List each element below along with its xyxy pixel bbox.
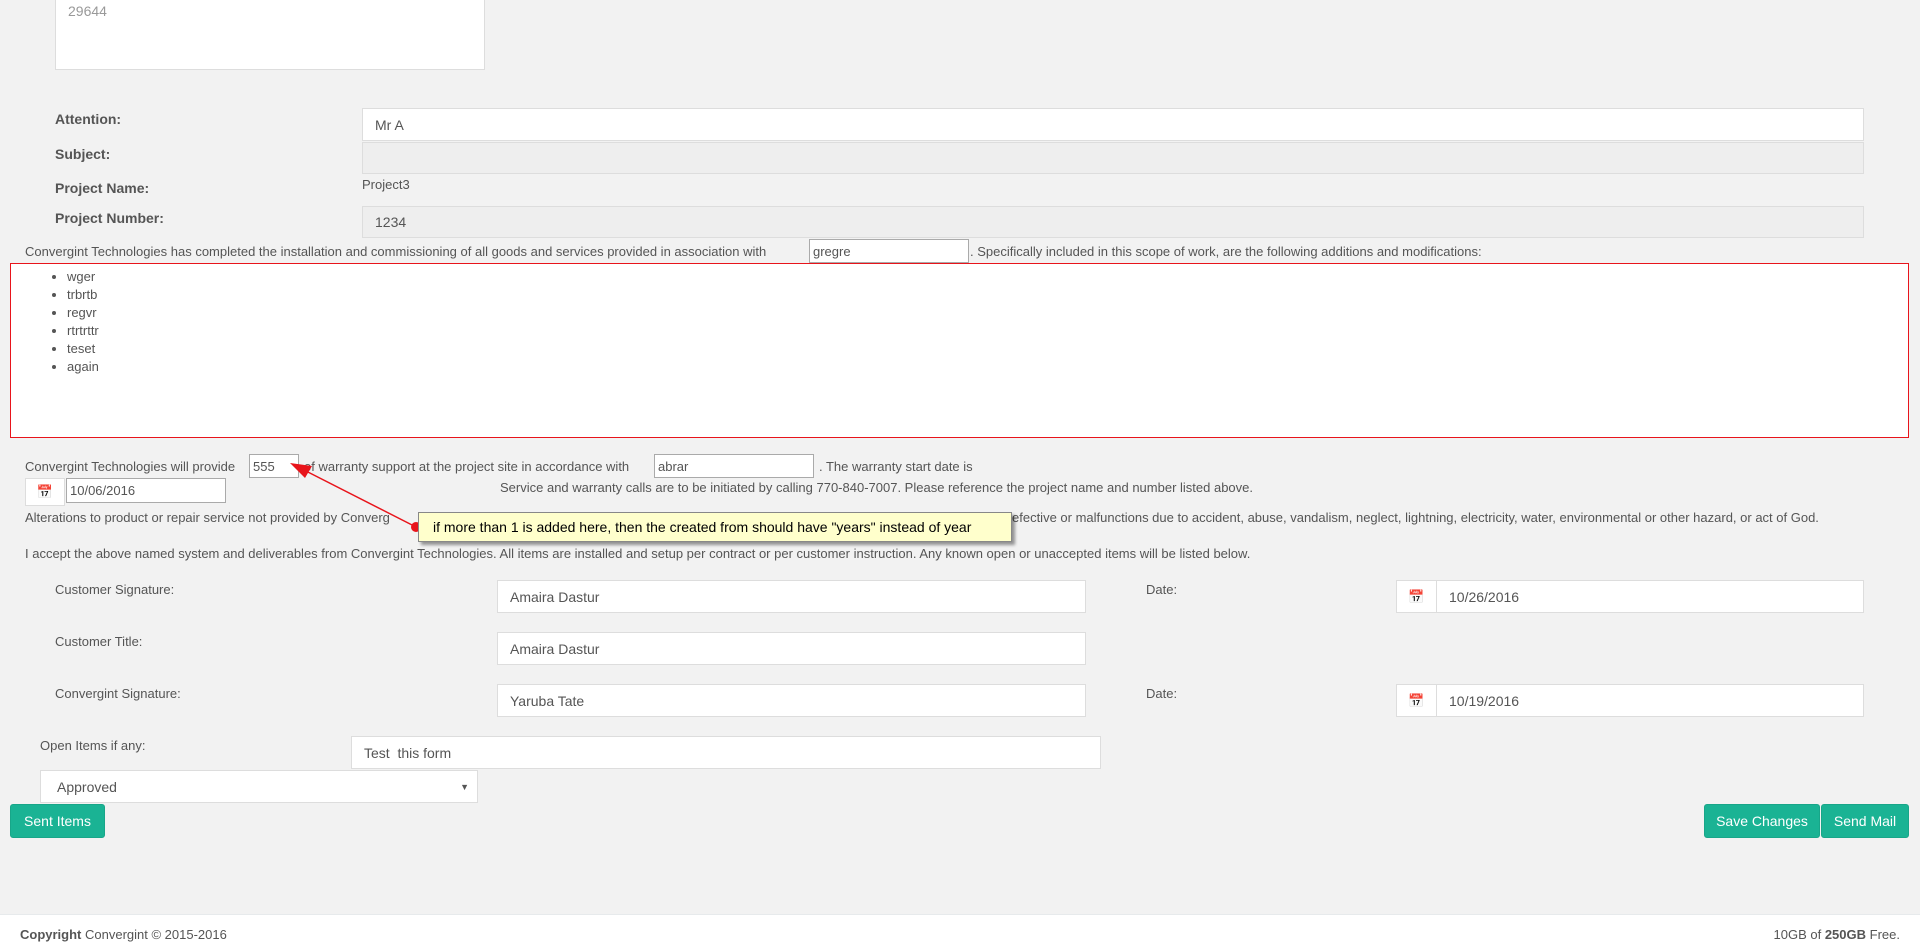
alterations-text-end: efective or malfunctions due to accident… [1012, 510, 1819, 525]
footer-copyright: Copyright Convergint © 2015-2016 [20, 927, 227, 942]
calendar-icon[interactable]: 📅 [1396, 580, 1437, 613]
subject-input[interactable] [362, 142, 1864, 174]
scope-item: wger [67, 268, 1908, 286]
caret-down-icon: ▼ [460, 781, 469, 792]
scope-items-list: wgertrbrtbregvrrtrtrttrtesetagain [67, 268, 1908, 376]
status-select[interactable]: Approved ▼ [40, 770, 478, 803]
address-textarea[interactable]: 29644 [55, 0, 485, 70]
storage-suffix: Free. [1866, 927, 1900, 942]
accept-text: I accept the above named system and deli… [25, 546, 1251, 561]
scope-item: regvr [67, 304, 1908, 322]
scope-item: trbrtb [67, 286, 1908, 304]
project-name-value: Project3 [362, 177, 410, 192]
scope-item: rtrtrttr [67, 322, 1908, 340]
customer-signature-label: Customer Signature: [55, 582, 175, 597]
company-link[interactable]: Convergint © 2015-2016 [85, 927, 227, 942]
warranty-start-date-input[interactable]: 10/06/2016 [66, 478, 226, 503]
open-items-input[interactable]: Test this form [351, 736, 1101, 769]
warranty-text-3: . The warranty start date is [819, 459, 973, 474]
warranty-text-1: Convergint Technologies will provide [25, 459, 236, 474]
scope-items-editor[interactable]: wgertrbrtbregvrrtrtrttrtesetagain [10, 263, 1909, 438]
customer-title-label: Customer Title: [55, 634, 143, 649]
storage-info: 10GB of 250GB Free. [1774, 927, 1900, 942]
warranty-text-2: of warranty support at the project site … [304, 459, 630, 474]
customer-date-label: Date: [1146, 582, 1178, 597]
attention-input[interactable]: Mr A [362, 108, 1864, 141]
convergint-signature-input[interactable]: Yaruba Tate [497, 684, 1086, 717]
scope-text-before: Convergint Technologies has completed th… [25, 244, 767, 259]
storage-used: 10GB of [1773, 927, 1825, 942]
project-number-label: Project Number: [55, 210, 164, 226]
customer-signature-input[interactable]: Amaira Dastur [497, 580, 1086, 613]
attention-label: Attention: [55, 111, 122, 127]
service-text: Service and warranty calls are to be ini… [500, 480, 1253, 495]
status-selected: Approved [57, 778, 117, 795]
scope-item: again [67, 358, 1908, 376]
annotation-tooltip: if more than 1 is added here, then the c… [418, 512, 1012, 542]
storage-total: 250GB [1824, 927, 1867, 942]
calendar-icon[interactable]: 📅 [1396, 684, 1437, 717]
convergint-signature-label: Convergint Signature: [55, 686, 181, 701]
send-mail-button[interactable]: Send Mail [1821, 804, 1909, 838]
customer-title-input[interactable]: Amaira Dastur [497, 632, 1086, 665]
copyright-label: Copyright [20, 927, 82, 942]
calendar-icon[interactable]: 📅 [25, 478, 65, 506]
scope-item: teset [67, 340, 1908, 358]
warranty-years-input[interactable]: 555 [249, 454, 299, 478]
association-input[interactable]: gregre [809, 239, 969, 263]
project-name-label: Project Name: [55, 180, 150, 196]
convergint-date-input[interactable]: 10/19/2016 [1436, 684, 1864, 717]
scope-text-after: . Specifically included in this scope of… [970, 244, 1482, 259]
accordance-input[interactable]: abrar [654, 454, 814, 478]
sent-items-button[interactable]: Sent Items [10, 804, 105, 838]
alterations-text-start: Alterations to product or repair service… [25, 510, 390, 525]
subject-label: Subject: [55, 146, 111, 162]
open-items-label: Open Items if any: [40, 738, 146, 753]
project-number-input[interactable]: 1234 [362, 206, 1864, 238]
save-changes-button[interactable]: Save Changes [1704, 804, 1820, 838]
footer: Copyright Convergint © 2015-2016 10GB of… [0, 914, 1920, 950]
customer-date-input[interactable]: 10/26/2016 [1436, 580, 1864, 613]
convergint-date-label: Date: [1146, 686, 1178, 701]
